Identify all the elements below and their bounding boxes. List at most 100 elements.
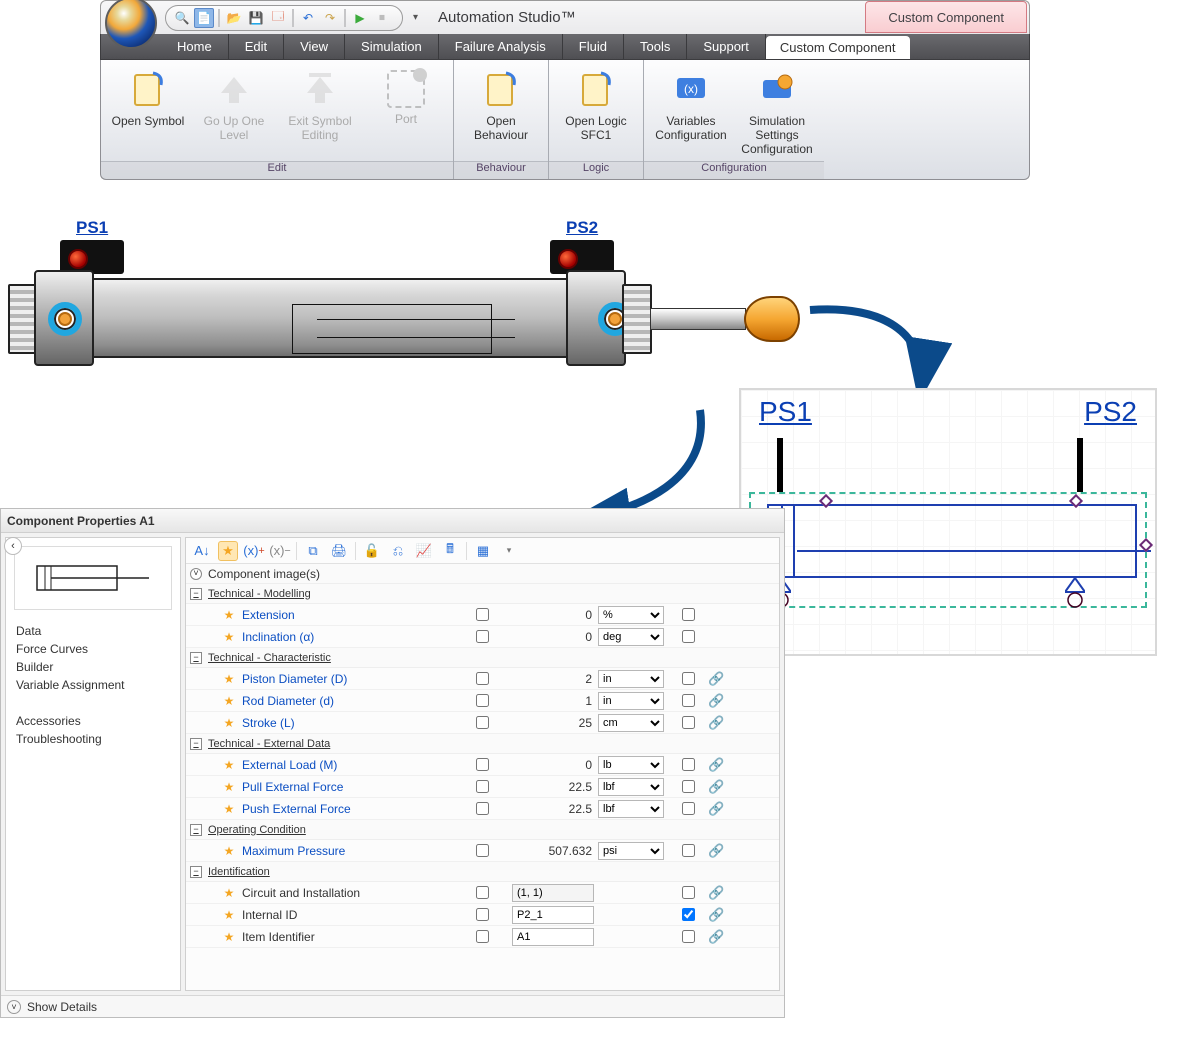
filter-star-icon[interactable]: ★ bbox=[218, 541, 238, 561]
nav-builder[interactable]: Builder bbox=[16, 658, 170, 676]
property-checkbox[interactable] bbox=[476, 694, 489, 707]
property-name[interactable]: Inclination (α) bbox=[242, 630, 452, 644]
property-checkbox-2[interactable] bbox=[682, 630, 695, 643]
property-unit-select[interactable]: lbf bbox=[598, 800, 664, 818]
property-name[interactable]: Piston Diameter (D) bbox=[242, 672, 452, 686]
collapse-icon[interactable]: − bbox=[190, 652, 202, 664]
star-icon[interactable]: ★ bbox=[216, 908, 242, 922]
star-icon[interactable]: ★ bbox=[216, 716, 242, 730]
link-icon[interactable]: 🔗 bbox=[708, 715, 728, 731]
qat-redo-icon[interactable]: ↷ bbox=[320, 8, 340, 28]
chevron-down-icon[interactable]: ˅ bbox=[190, 568, 202, 580]
star-icon[interactable]: ★ bbox=[216, 672, 242, 686]
star-icon[interactable]: ★ bbox=[216, 844, 242, 858]
link-icon[interactable]: 🔗 bbox=[708, 885, 728, 901]
qat-stop-icon[interactable]: ⏹ bbox=[372, 8, 392, 28]
star-icon[interactable]: ★ bbox=[216, 608, 242, 622]
section-technical-characteristic[interactable]: −Technical - Characteristic bbox=[186, 648, 779, 668]
menu-tools[interactable]: Tools bbox=[624, 34, 686, 59]
fx-plus-icon[interactable]: (x)+ bbox=[244, 541, 264, 561]
property-checkbox-2[interactable] bbox=[682, 802, 695, 815]
link-icon[interactable]: 🔗 bbox=[708, 671, 728, 687]
star-icon[interactable]: ★ bbox=[216, 886, 242, 900]
collapse-panel-icon[interactable]: ‹ bbox=[4, 537, 22, 555]
chevron-down-icon[interactable]: ˅ bbox=[7, 1000, 21, 1014]
property-name[interactable]: Stroke (L) bbox=[242, 716, 452, 730]
property-checkbox-2[interactable] bbox=[682, 694, 695, 707]
ribbon-open-behaviour[interactable]: Open Behaviour bbox=[458, 66, 544, 142]
menu-failure-analysis[interactable]: Failure Analysis bbox=[439, 34, 562, 59]
nav-data[interactable]: Data bbox=[16, 622, 170, 640]
qat-customize-icon[interactable]: ▾ bbox=[413, 12, 418, 23]
lock-icon[interactable]: 🔓 bbox=[362, 541, 382, 561]
property-unit-select[interactable]: in bbox=[598, 692, 664, 710]
star-icon[interactable]: ★ bbox=[216, 694, 242, 708]
star-icon[interactable]: ★ bbox=[216, 630, 242, 644]
property-checkbox-2[interactable] bbox=[682, 716, 695, 729]
collapse-icon[interactable]: − bbox=[190, 588, 202, 600]
property-name[interactable]: External Load (M) bbox=[242, 758, 452, 772]
component-images-row[interactable]: ˅ Component image(s) bbox=[186, 564, 779, 584]
menu-home[interactable]: Home bbox=[161, 34, 228, 59]
property-checkbox-2[interactable] bbox=[682, 844, 695, 857]
menu-support[interactable]: Support bbox=[687, 34, 765, 59]
qat-delete-icon[interactable]: 🗔 bbox=[268, 8, 288, 28]
ribbon-variables-configuration[interactable]: (x)Variables Configuration bbox=[648, 66, 734, 142]
property-checkbox[interactable] bbox=[476, 908, 489, 921]
property-checkbox[interactable] bbox=[476, 672, 489, 685]
link-icon[interactable]: 🔗 bbox=[708, 693, 728, 709]
property-checkbox[interactable] bbox=[476, 716, 489, 729]
nav-variable-assignment[interactable]: Variable Assignment bbox=[16, 676, 170, 694]
schematic-label-ps1[interactable]: PS1 bbox=[759, 396, 812, 428]
table-icon[interactable]: ▦ bbox=[473, 541, 493, 561]
property-unit-select[interactable]: psi bbox=[598, 842, 664, 860]
star-icon[interactable]: ★ bbox=[216, 802, 242, 816]
qat-undo-icon[interactable]: ↶ bbox=[298, 8, 318, 28]
property-checkbox[interactable] bbox=[476, 780, 489, 793]
collapse-icon[interactable]: − bbox=[190, 866, 202, 878]
menu-view[interactable]: View bbox=[284, 34, 344, 59]
qat-search-icon[interactable]: 🔍 bbox=[172, 8, 192, 28]
property-checkbox[interactable] bbox=[476, 758, 489, 771]
schematic-selection[interactable] bbox=[749, 492, 1147, 608]
copy-icon[interactable]: ⧉ bbox=[303, 541, 323, 561]
link-icon[interactable]: 🔗 bbox=[708, 779, 728, 795]
menu-edit[interactable]: Edit bbox=[229, 34, 283, 59]
property-checkbox[interactable] bbox=[476, 844, 489, 857]
property-unit-select[interactable]: lb bbox=[598, 756, 664, 774]
property-checkbox[interactable] bbox=[476, 886, 489, 899]
context-tab-custom-component[interactable]: Custom Component bbox=[865, 1, 1027, 33]
section-operating-condition[interactable]: −Operating Condition bbox=[186, 820, 779, 840]
show-details-row[interactable]: ˅ Show Details bbox=[1, 995, 784, 1017]
property-value-input[interactable] bbox=[512, 906, 594, 924]
property-checkbox-2[interactable] bbox=[682, 608, 695, 621]
section-technical-modelling[interactable]: −Technical - Modelling bbox=[186, 584, 779, 604]
options-icon[interactable]: ⎌ bbox=[388, 541, 408, 561]
property-unit-select[interactable]: % bbox=[598, 606, 664, 624]
property-name[interactable]: Push External Force bbox=[242, 802, 452, 816]
ribbon-simulation-settings-configuration[interactable]: Simulation Settings Configuration bbox=[734, 66, 820, 156]
star-icon[interactable]: ★ bbox=[216, 758, 242, 772]
property-name[interactable]: Extension bbox=[242, 608, 452, 622]
property-checkbox-2[interactable] bbox=[682, 758, 695, 771]
sort-az-icon[interactable]: A↓ bbox=[192, 541, 212, 561]
property-checkbox[interactable] bbox=[476, 630, 489, 643]
property-checkbox-2[interactable] bbox=[682, 780, 695, 793]
qat-file-icon[interactable]: 📄 bbox=[194, 8, 214, 28]
link-icon[interactable]: 🔗 bbox=[708, 843, 728, 859]
property-name[interactable]: Rod Diameter (d) bbox=[242, 694, 452, 708]
property-checkbox-2[interactable] bbox=[682, 672, 695, 685]
property-value-combo[interactable] bbox=[512, 884, 594, 902]
ribbon-open-symbol[interactable]: Open Symbol bbox=[105, 66, 191, 128]
menu-simulation[interactable]: Simulation bbox=[345, 34, 438, 59]
collapse-icon[interactable]: − bbox=[190, 824, 202, 836]
toolbar-more-icon[interactable]: ▾ bbox=[499, 541, 519, 561]
link-icon[interactable]: 🔗 bbox=[708, 801, 728, 817]
property-name[interactable]: Circuit and Installation bbox=[242, 886, 452, 900]
collapse-icon[interactable]: − bbox=[190, 738, 202, 750]
qat-play-icon[interactable]: ▶ bbox=[350, 8, 370, 28]
property-checkbox[interactable] bbox=[476, 930, 489, 943]
menu-custom-component[interactable]: Custom Component bbox=[766, 36, 910, 59]
property-checkbox-2[interactable] bbox=[682, 886, 695, 899]
property-value-input[interactable] bbox=[512, 928, 594, 946]
